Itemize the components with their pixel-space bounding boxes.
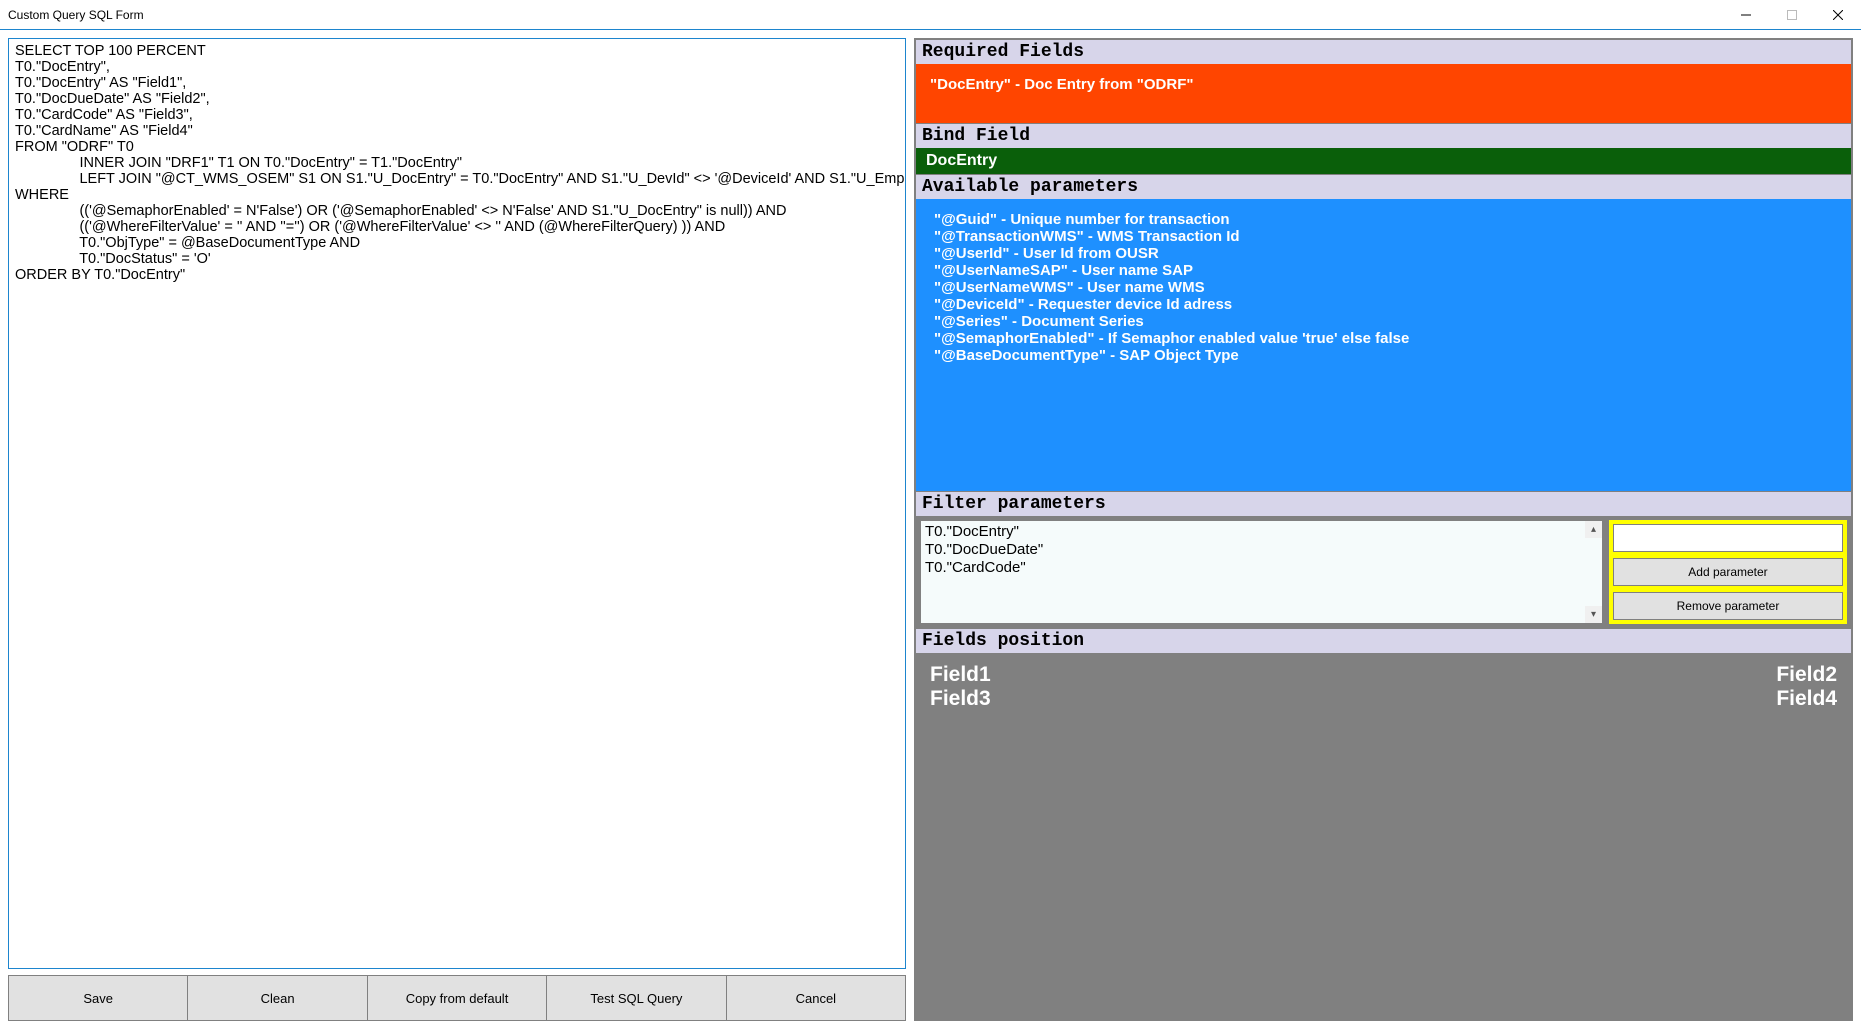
available-param: "@TransactionWMS" - WMS Transaction Id xyxy=(934,228,1833,245)
available-param: "@DeviceId" - Requester device Id adress xyxy=(934,296,1833,313)
filter-list-item[interactable]: T0."DocDueDate" xyxy=(925,541,1598,559)
bind-header: Bind Field xyxy=(916,123,1851,148)
window-titlebar: Custom Query SQL Form xyxy=(0,0,1861,30)
field-slot-2[interactable]: Field2 xyxy=(1637,663,1837,687)
scroll-down-icon[interactable]: ▾ xyxy=(1585,606,1602,623)
remove-parameter-button[interactable]: Remove parameter xyxy=(1613,592,1843,620)
available-param: "@UserNameWMS" - User name WMS xyxy=(934,279,1833,296)
action-button-row: Save Clean Copy from default Test SQL Qu… xyxy=(8,975,906,1021)
position-header: Fields position xyxy=(916,628,1851,653)
fields-position-box: Field1 Field2 Field3 Field4 xyxy=(916,653,1851,1019)
minimize-button[interactable] xyxy=(1723,0,1769,29)
filter-list-item[interactable]: T0."CardCode" xyxy=(925,559,1598,577)
save-button[interactable]: Save xyxy=(9,976,188,1020)
left-column: Save Clean Copy from default Test SQL Qu… xyxy=(8,38,906,1021)
filter-buttons: Add parameter Remove parameter xyxy=(1609,520,1847,624)
field-slot-1[interactable]: Field1 xyxy=(930,663,1130,687)
sql-editor[interactable] xyxy=(8,38,906,969)
window-controls xyxy=(1723,0,1861,29)
field-slot-3[interactable]: Field3 xyxy=(930,687,1130,711)
available-param: "@UserId" - User Id from OUSR xyxy=(934,245,1833,262)
scroll-up-icon[interactable]: ▴ xyxy=(1585,521,1602,538)
maximize-button[interactable] xyxy=(1769,0,1815,29)
test-button[interactable]: Test SQL Query xyxy=(547,976,726,1020)
filter-header: Filter parameters xyxy=(916,491,1851,516)
filter-input[interactable] xyxy=(1613,524,1843,552)
required-fields-box: "DocEntry" - Doc Entry from "ODRF" xyxy=(916,64,1851,123)
available-param: "@UserNameSAP" - User name SAP xyxy=(934,262,1833,279)
filter-list[interactable]: T0."DocEntry" T0."DocDueDate" T0."CardCo… xyxy=(920,520,1603,624)
copy-button[interactable]: Copy from default xyxy=(368,976,547,1020)
available-param: "@BaseDocumentType" - SAP Object Type xyxy=(934,347,1833,364)
cancel-button[interactable]: Cancel xyxy=(727,976,905,1020)
available-header: Available parameters xyxy=(916,174,1851,199)
available-param: "@Series" - Document Series xyxy=(934,313,1833,330)
add-parameter-button[interactable]: Add parameter xyxy=(1613,558,1843,586)
available-parameters-box: "@Guid" - Unique number for transaction … xyxy=(916,199,1851,491)
clean-button[interactable]: Clean xyxy=(188,976,367,1020)
window-title: Custom Query SQL Form xyxy=(8,8,144,22)
field-slot-4[interactable]: Field4 xyxy=(1637,687,1837,711)
app-body: Save Clean Copy from default Test SQL Qu… xyxy=(0,30,1861,1029)
right-column: Required Fields "DocEntry" - Doc Entry f… xyxy=(914,38,1853,1021)
close-button[interactable] xyxy=(1815,0,1861,29)
available-param: "@Guid" - Unique number for transaction xyxy=(934,211,1833,228)
required-header: Required Fields xyxy=(916,40,1851,64)
bind-field-value: DocEntry xyxy=(916,148,1851,174)
available-param: "@SemaphorEnabled" - If Semaphor enabled… xyxy=(934,330,1833,347)
filter-row: T0."DocEntry" T0."DocDueDate" T0."CardCo… xyxy=(916,516,1851,628)
filter-list-item[interactable]: T0."DocEntry" xyxy=(925,523,1598,541)
